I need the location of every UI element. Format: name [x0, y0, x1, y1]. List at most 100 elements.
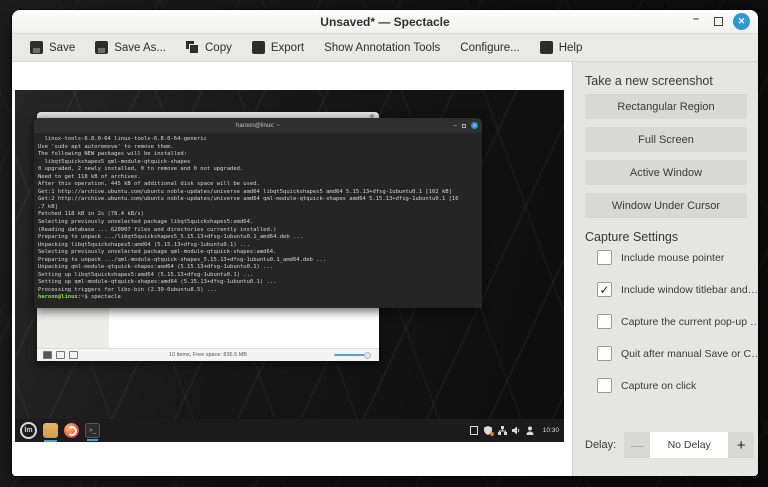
- terminal-line: Fetched 118 kB in 2s (78.4 kB/s): [38, 211, 144, 218]
- file-manager-window: 10 items, Free space: 836.5 MB: [37, 308, 379, 361]
- window-controls: – ✕: [688, 13, 750, 30]
- active-window-button[interactable]: Active Window: [585, 160, 747, 185]
- terminal-line: Selecting previously unselected package …: [38, 219, 254, 226]
- show-annotation-tools-label: Show Annotation Tools: [324, 41, 441, 54]
- side-panel: Take a new screenshot Rectangular Region…: [572, 62, 758, 476]
- spectacle-window: Unsaved* — Spectacle – ✕ Save Save As...…: [12, 10, 758, 476]
- terminal-line: Get:2 http://archive.ubuntu.com/ubuntu n…: [38, 196, 459, 203]
- terminal-prompt-line: haroon@linux:~$ spectacle: [38, 294, 478, 302]
- screenshot-preview: haroon@linux: ~ – ✕ linux-tools-6.8.0-64…: [15, 90, 564, 442]
- full-screen-button[interactable]: Full Screen: [585, 127, 747, 152]
- terminal-line: Preparing to unpack .../libqt5quickshape…: [38, 234, 303, 241]
- terminal-line: Setting up qml-module-qtquick-shapes:amd…: [38, 279, 277, 286]
- terminal-line: The following NEW packages will be insta…: [38, 151, 188, 158]
- terminal-line: Preparing to unpack .../qml-module-qtqui…: [38, 256, 327, 263]
- terminal-line: Unpacking libqt5quickshapes5:amd64 (5.15…: [38, 241, 250, 248]
- save-as-icon: [95, 41, 109, 54]
- checkbox-include-mouse-pointer[interactable]: Include mouse pointer: [597, 250, 758, 265]
- terminal-window-controls: – ✕: [453, 122, 478, 129]
- minimize-button[interactable]: –: [688, 13, 704, 30]
- terminal-titlebar: haroon@linux: ~ – ✕: [34, 118, 482, 133]
- taskbar-apps: lm >_: [20, 422, 100, 442]
- terminal-line: After this operation, 445 kB of addition…: [38, 181, 260, 188]
- copy-label: Copy: [205, 41, 232, 54]
- delay-spinbox[interactable]: — No Delay +: [624, 432, 755, 458]
- checkbox-label: Quit after manual Save or C…: [621, 347, 758, 360]
- file-manager-zoom-slider: [334, 351, 371, 359]
- toolbar: Save Save As... Copy Export Show Annotat…: [12, 34, 758, 62]
- mint-menu-icon: lm: [20, 422, 37, 439]
- terminal-line: Get:1 http://archive.ubuntu.com/ubuntu n…: [38, 188, 452, 195]
- terminal-line: (Reading database ... 620907 files and d…: [38, 226, 277, 233]
- terminal-line: .7 kB]: [38, 203, 58, 210]
- taskbar-clock: 10:30: [542, 427, 559, 434]
- checkbox-include-window-titlebar[interactable]: ✓ Include window titlebar and…: [597, 282, 758, 297]
- checkbox-quit-after-save[interactable]: Quit after manual Save or C…: [597, 346, 758, 361]
- volume-icon: [511, 426, 521, 435]
- save-button[interactable]: Save: [22, 38, 83, 57]
- window-under-cursor-button[interactable]: Window Under Cursor: [585, 193, 747, 218]
- checkbox-box[interactable]: [597, 378, 612, 393]
- window-title: Unsaved* — Spectacle: [320, 14, 450, 29]
- delay-increase-button[interactable]: +: [728, 432, 755, 458]
- file-manager-status-text: 10 items, Free space: 836.5 MB: [169, 352, 247, 358]
- files-app-icon: [43, 423, 58, 442]
- firefox-icon: [64, 423, 79, 438]
- terminal-app-icon: >_: [85, 423, 100, 441]
- maximize-button[interactable]: [714, 17, 723, 26]
- checkbox-box[interactable]: [597, 346, 612, 361]
- checkbox-box[interactable]: ✓: [597, 282, 612, 297]
- save-label: Save: [49, 41, 76, 54]
- new-screenshot-heading: Take a new screenshot: [585, 74, 713, 88]
- delay-value[interactable]: No Delay: [650, 432, 729, 458]
- update-badge: [489, 432, 494, 436]
- window-list-icon: [470, 426, 479, 435]
- terminal-line: linux-tools-6.8.0-64 linux-tools-6.8.0-6…: [38, 136, 207, 142]
- delay-decrease-button[interactable]: —: [624, 432, 651, 458]
- terminal-minimize-icon: –: [453, 121, 457, 129]
- terminal-line: Need to get 118 kB of archives.: [38, 173, 141, 180]
- export-button[interactable]: Export: [244, 38, 312, 57]
- titlebar[interactable]: Unsaved* — Spectacle – ✕: [12, 10, 758, 34]
- close-button[interactable]: ✕: [733, 13, 750, 30]
- configure-label: Configure...: [460, 41, 520, 54]
- save-as-button[interactable]: Save As...: [87, 38, 174, 57]
- file-manager-statusbar: 10 items, Free space: 836.5 MB: [37, 348, 379, 361]
- content-area: haroon@linux: ~ – ✕ linux-tools-6.8.0-64…: [12, 62, 758, 476]
- taskbar: lm >_ 10:30: [15, 419, 564, 442]
- terminal-title: haroon@linux: ~: [236, 122, 280, 129]
- preview-area: haroon@linux: ~ – ✕ linux-tools-6.8.0-64…: [12, 62, 572, 476]
- rectangular-region-button[interactable]: Rectangular Region: [585, 94, 747, 119]
- checkbox-label: Capture the current pop-up …: [621, 315, 758, 328]
- terminal-line: 0 upgraded, 2 newly installed, 0 to remo…: [38, 166, 244, 173]
- copy-icon: [186, 41, 199, 54]
- help-label: Help: [558, 41, 583, 54]
- save-icon: [30, 41, 43, 54]
- terminal-close-icon: ✕: [471, 122, 478, 129]
- checkbox-label: Include window titlebar and…: [621, 283, 758, 296]
- system-tray: 10:30: [470, 426, 559, 436]
- file-manager-content: [109, 308, 379, 348]
- checkbox-box[interactable]: [597, 314, 612, 329]
- terminal-line: libqt5quickshapes5 qml-module-qtquick-sh…: [38, 158, 191, 165]
- checkbox-capture-on-click[interactable]: Capture on click: [597, 378, 758, 393]
- checkbox-capture-popup[interactable]: Capture the current pop-up …: [597, 314, 758, 329]
- terminal-line: Selecting previously unselected package …: [38, 249, 277, 256]
- terminal-window: haroon@linux: ~ – ✕ linux-tools-6.8.0-64…: [34, 118, 482, 308]
- capture-settings-heading: Capture Settings: [585, 230, 679, 244]
- file-manager-body: [37, 308, 379, 348]
- help-button[interactable]: Help: [532, 38, 591, 57]
- terminal-line: Unpacking qml-module-qtquick-shapes:amd6…: [38, 264, 274, 271]
- zoom-slider-track: [334, 354, 368, 356]
- user-icon: [526, 426, 535, 435]
- checkbox-label: Capture on click: [621, 379, 697, 392]
- file-manager-sidebar: [37, 308, 109, 348]
- shield-icon: [484, 426, 494, 436]
- show-annotation-tools-button[interactable]: Show Annotation Tools: [316, 39, 448, 57]
- configure-button[interactable]: Configure...: [452, 39, 527, 57]
- copy-button[interactable]: Copy: [178, 38, 240, 57]
- checkbox-label: Include mouse pointer: [621, 251, 725, 264]
- terminal-prompt-command: :~$ spectacle: [77, 294, 121, 301]
- help-icon: [539, 41, 553, 54]
- checkbox-box[interactable]: [597, 250, 612, 265]
